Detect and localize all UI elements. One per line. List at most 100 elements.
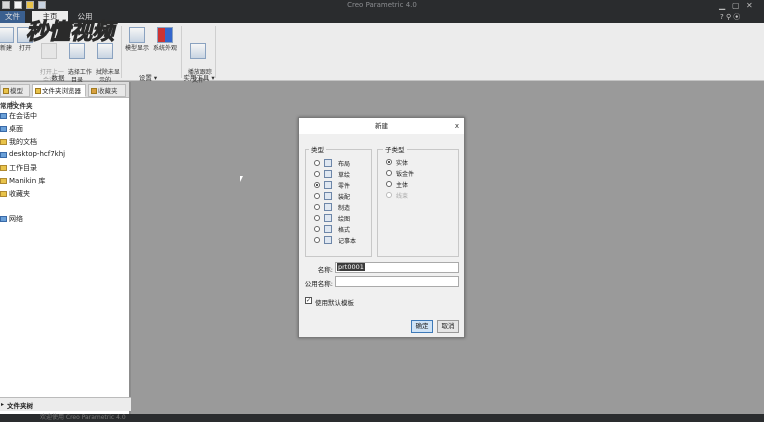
new-icon bbox=[0, 27, 14, 43]
model-display-button[interactable]: 模型显示 bbox=[123, 27, 151, 53]
session-icon bbox=[0, 113, 7, 119]
subtype-radio-solid[interactable] bbox=[386, 159, 392, 165]
folder-item-label: 我的文档 bbox=[9, 138, 37, 146]
new-file-quick-icon[interactable] bbox=[14, 1, 22, 9]
cancel-button[interactable]: 取消 bbox=[437, 320, 459, 333]
type-label: 布局 bbox=[338, 161, 351, 168]
folder-item-label: 网络 bbox=[9, 215, 23, 223]
folder-item[interactable]: Manikin 库 bbox=[0, 176, 45, 186]
type-radio-drawing[interactable] bbox=[314, 215, 320, 221]
app-icon bbox=[2, 1, 10, 9]
tab-folder-browser[interactable]: 文件夹浏览器 bbox=[32, 84, 86, 97]
type-radio-part[interactable] bbox=[314, 182, 320, 188]
new-dialog: 新建 x 类型 布局 草绘 零件 装配 制造 绘图 格式 记事本 子类型 实体 … bbox=[298, 117, 465, 338]
layout-icon bbox=[324, 159, 332, 167]
folder-icon bbox=[35, 88, 41, 94]
close-icon[interactable]: x bbox=[451, 120, 463, 132]
save-quick-icon[interactable] bbox=[38, 1, 46, 9]
favorites-icon bbox=[91, 88, 97, 94]
sketch-icon bbox=[324, 170, 332, 178]
use-template-checkbox[interactable]: ✓ bbox=[305, 297, 312, 304]
expand-icon: ▸ bbox=[1, 401, 5, 408]
status-message: 欢迎使用 Creo Parametric 4.0 bbox=[40, 414, 126, 421]
subtype-label: 主体 bbox=[396, 182, 409, 189]
subtype-legend: 子类型 bbox=[383, 144, 407, 154]
tab-model-tree[interactable]: 模型树 bbox=[0, 84, 30, 108]
maximize-icon[interactable]: ▢ bbox=[732, 0, 740, 11]
common-name-label: 公用名称: bbox=[304, 280, 333, 288]
manufacturing-icon bbox=[324, 203, 332, 211]
subtype-radio-body[interactable] bbox=[386, 181, 392, 187]
common-name-input[interactable] bbox=[335, 276, 459, 287]
folder-item[interactable]: 我的文档 bbox=[0, 137, 37, 147]
model-display-icon bbox=[129, 27, 145, 43]
type-label: 绘图 bbox=[338, 216, 351, 223]
folder-item[interactable]: 网络 bbox=[0, 214, 23, 224]
new-button-label: 新建 bbox=[0, 45, 12, 52]
folder-item-label: Manikin 库 bbox=[9, 177, 46, 185]
group-separator bbox=[181, 26, 182, 78]
tab-folder-browser-label: 文件夹浏览器 bbox=[42, 87, 81, 95]
open-button-label: 打开 bbox=[18, 45, 31, 52]
folder-tree-bar[interactable]: ▸ 文件夹树 bbox=[0, 397, 131, 411]
status-bar: 欢迎使用 Creo Parametric 4.0 bbox=[0, 414, 764, 422]
tab-favorites[interactable]: 收藏夹 bbox=[88, 84, 126, 97]
drawing-icon bbox=[324, 214, 332, 222]
system-appearance-icon bbox=[157, 27, 173, 43]
type-label: 装配 bbox=[338, 194, 351, 201]
subtype-group bbox=[377, 149, 459, 257]
favorites-folder-icon bbox=[0, 191, 7, 197]
system-appearance-label: 系统外观 bbox=[152, 45, 177, 52]
model-tree-icon bbox=[3, 88, 9, 94]
folder-item[interactable]: 桌面 bbox=[0, 124, 23, 134]
name-label: 名称: bbox=[317, 266, 333, 274]
network-icon bbox=[0, 216, 7, 222]
manikin-icon bbox=[0, 178, 7, 184]
folder-item-label: 在会话中 bbox=[9, 112, 37, 120]
type-radio-manufacturing[interactable] bbox=[314, 204, 320, 210]
folder-item-label: 桌面 bbox=[9, 125, 23, 133]
type-label: 格式 bbox=[338, 227, 351, 234]
open-folder-quick-icon[interactable] bbox=[26, 1, 34, 9]
type-label: 记事本 bbox=[338, 238, 357, 245]
group-label-utilities[interactable]: 实用工具 ▾ bbox=[180, 72, 218, 82]
ok-button[interactable]: 确定 bbox=[411, 320, 433, 333]
folder-item[interactable]: 收藏夹 bbox=[0, 189, 30, 199]
type-radio-assembly[interactable] bbox=[314, 193, 320, 199]
assembly-icon bbox=[324, 192, 332, 200]
folder-item[interactable]: 工作目录 bbox=[0, 163, 37, 173]
subtype-radio-harness bbox=[386, 192, 392, 198]
group-label-settings[interactable]: 设置 ▾ bbox=[130, 72, 166, 82]
name-input-value: prt0001 bbox=[337, 263, 365, 271]
tab-file[interactable]: 文件 bbox=[0, 11, 25, 23]
folder-item[interactable]: 在会话中 bbox=[0, 111, 37, 121]
use-template-label: 使用默认模板 bbox=[315, 299, 354, 307]
navigator-panel: 模型树 文件夹浏览器 收藏夹 常用文件夹 在会话中 桌面 我的文档 deskto… bbox=[0, 82, 131, 414]
new-button[interactable]: 新建 bbox=[0, 27, 14, 53]
desktop-icon bbox=[0, 126, 7, 132]
name-input[interactable]: prt0001 bbox=[335, 262, 459, 273]
type-radio-sketch[interactable] bbox=[314, 171, 320, 177]
folder-item-label: desktop-hcf7khj bbox=[9, 150, 66, 158]
ribbon-tab-row bbox=[0, 11, 764, 23]
system-appearance-button[interactable]: 系统外观 bbox=[151, 27, 179, 53]
type-radio-notebook[interactable] bbox=[314, 237, 320, 243]
computer-icon bbox=[0, 152, 7, 158]
subtype-label: 线束 bbox=[396, 193, 409, 200]
common-folders-heading[interactable]: 常用文件夹 bbox=[0, 100, 33, 110]
subtype-label: 钣金件 bbox=[396, 171, 415, 178]
subtype-radio-sheetmetal[interactable] bbox=[386, 170, 392, 176]
type-label: 零件 bbox=[338, 183, 351, 190]
folder-tree-label: 文件夹树 bbox=[7, 402, 33, 410]
play-trail-icon bbox=[190, 43, 206, 59]
group-separator bbox=[215, 26, 216, 78]
help-search-icon[interactable]: ? ⚲ ⦿ bbox=[720, 12, 740, 22]
folder-item[interactable]: desktop-hcf7khj bbox=[0, 150, 65, 158]
type-radio-format[interactable] bbox=[314, 226, 320, 232]
type-radio-layout[interactable] bbox=[314, 160, 320, 166]
close-window-icon[interactable]: ✕ bbox=[746, 0, 753, 11]
working-dir-icon bbox=[0, 165, 7, 171]
type-label: 制造 bbox=[338, 205, 351, 212]
folder-item-label: 收藏夹 bbox=[9, 190, 30, 198]
minimize-icon[interactable]: ▁ bbox=[719, 0, 725, 11]
